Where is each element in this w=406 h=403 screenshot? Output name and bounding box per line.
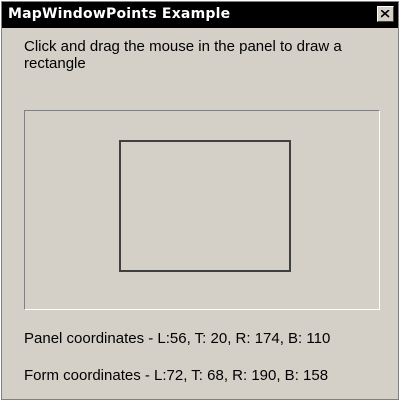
drawing-panel[interactable] — [24, 110, 380, 310]
form-coordinates-label: Form coordinates - L:72, T: 68, R: 190, … — [24, 367, 329, 384]
dialog-window: MapWindowPoints Example Click and drag t… — [1, 1, 399, 400]
window-title: MapWindowPoints Example — [8, 6, 231, 22]
close-button[interactable] — [377, 6, 394, 22]
panel-coordinates-label: Panel coordinates - L:56, T: 20, R: 174,… — [24, 330, 331, 347]
close-icon — [381, 10, 390, 18]
drawn-rectangle — [119, 140, 291, 272]
instructions-label: Click and drag the mouse in the panel to… — [24, 38, 342, 72]
title-bar[interactable]: MapWindowPoints Example — [2, 2, 398, 28]
